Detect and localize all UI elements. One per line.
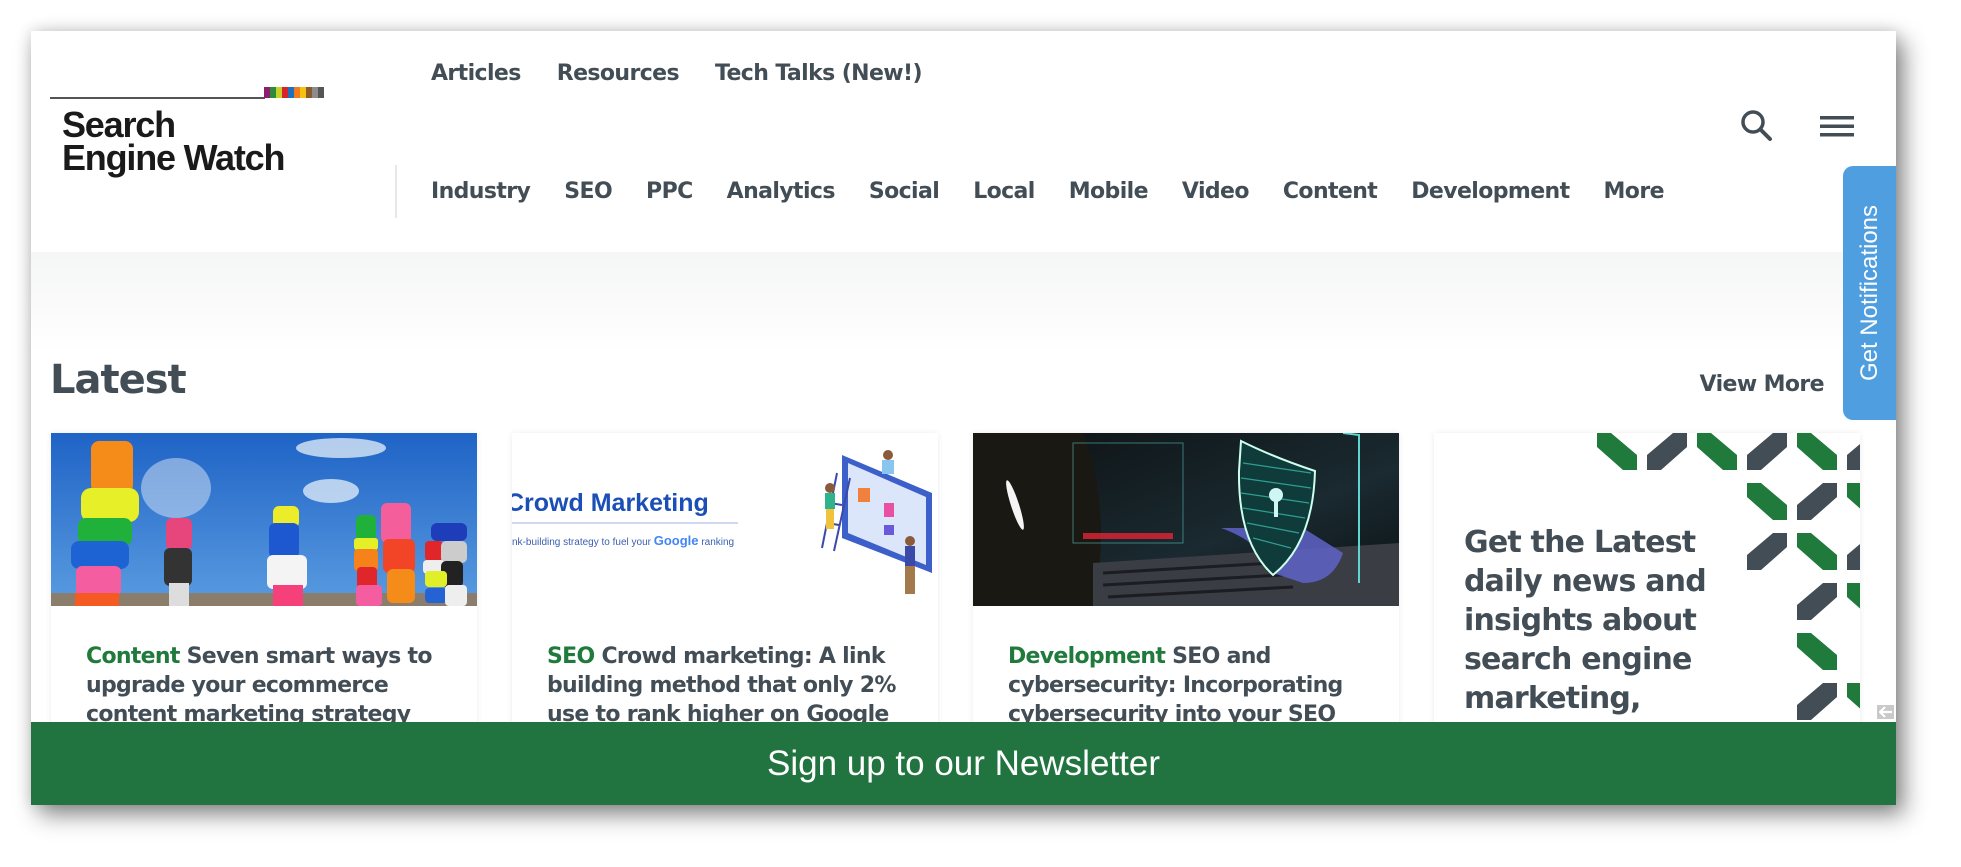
logo-color-bars	[264, 87, 324, 98]
nav-analytics[interactable]: Analytics	[710, 175, 852, 209]
card-category[interactable]: Content	[86, 644, 180, 669]
nav-video[interactable]: Video	[1165, 175, 1266, 209]
site-logo[interactable]: Search Engine Watch	[50, 86, 324, 181]
browser-window: Search Engine Watch Articles Resources T…	[31, 31, 1896, 805]
nav-seo[interactable]: SEO	[547, 175, 629, 209]
card-image-rocks[interactable]	[51, 433, 477, 606]
card-category[interactable]: SEO	[547, 644, 595, 669]
collapse-arrow-icon[interactable]	[1875, 703, 1896, 721]
card-category[interactable]: Development	[1008, 644, 1166, 669]
image-brand: Google	[654, 533, 699, 548]
nav-articles[interactable]: Articles	[431, 57, 539, 91]
section-title: Latest	[50, 357, 187, 403]
card-image-crowd-marketing[interactable]: Crowd Marketing nk-building strategy to …	[512, 433, 938, 606]
view-more-link[interactable]: View More	[1700, 372, 1825, 397]
notifications-label[interactable]: Get Notifications	[1857, 205, 1885, 381]
nav-mobile[interactable]: Mobile	[1052, 175, 1165, 209]
logo-line-2: Engine Watch	[62, 137, 285, 178]
newsletter-label[interactable]: Sign up to our Newsletter	[767, 744, 1160, 784]
nav-local[interactable]: Local	[956, 175, 1052, 209]
newsletter-signup-bar[interactable]: Sign up to our Newsletter	[31, 722, 1896, 805]
nav-content[interactable]: Content	[1266, 175, 1394, 209]
nav-industry[interactable]: Industry	[431, 175, 547, 209]
logo-color-bar	[318, 87, 324, 98]
nav-development[interactable]: Development	[1394, 175, 1586, 209]
get-notifications-tab[interactable]: Get Notifications	[1843, 166, 1896, 420]
search-icon[interactable]	[1737, 106, 1777, 146]
card-title[interactable]: Content Seven smart ways to upgrade your…	[86, 642, 442, 729]
category-nav: Industry SEO PPC Analytics Social Local …	[431, 175, 1681, 209]
nav-more[interactable]: More	[1587, 175, 1681, 209]
card-image-cybersecurity[interactable]	[973, 433, 1399, 606]
site-header: Search Engine Watch Articles Resources T…	[31, 31, 1896, 252]
image-sub: nk-building strategy to fuel your	[512, 537, 652, 548]
top-nav: Articles Resources Tech Talks (New!)	[431, 57, 940, 91]
logo-text: Search Engine Watch	[62, 107, 285, 178]
card-title[interactable]: SEO Crowd marketing: A link building met…	[547, 642, 903, 729]
nav-social[interactable]: Social	[852, 175, 956, 209]
card-headline[interactable]: Crowd marketing: A link building method …	[547, 644, 896, 727]
logo-rule	[50, 97, 265, 99]
nav-tech-talks[interactable]: Tech Talks (New!)	[697, 57, 940, 91]
card-title[interactable]: Development SEO and cybersecurity: Incor…	[1008, 642, 1364, 729]
hamburger-menu-icon[interactable]	[1817, 106, 1857, 146]
nav-resources[interactable]: Resources	[539, 57, 697, 91]
nav-divider	[395, 165, 397, 218]
image-sub2: ranking	[701, 537, 734, 548]
nav-ppc[interactable]: PPC	[629, 175, 710, 209]
image-heading: Crowd Marketing	[512, 489, 709, 517]
